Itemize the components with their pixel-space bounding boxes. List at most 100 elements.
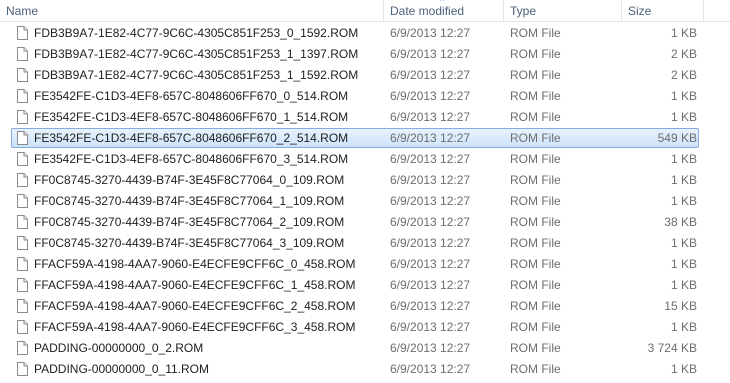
file-type: ROM File: [510, 299, 561, 313]
file-row[interactable]: FE3542FE-C1D3-4EF8-657C-8048606FF670_1_5…: [0, 107, 730, 128]
blank-file-icon: [17, 26, 28, 40]
file-size: 1 KB: [670, 89, 697, 103]
file-type: ROM File: [510, 47, 561, 61]
blank-file-icon: [17, 68, 28, 82]
file-row[interactable]: FFACF59A-4198-4AA7-9060-E4ECFE9CFF6C_1_4…: [0, 275, 730, 296]
blank-file-icon: [17, 362, 28, 376]
file-size: 1 KB: [670, 278, 697, 292]
blank-file-icon: [17, 173, 28, 187]
file-size: 1 KB: [670, 362, 697, 376]
file-row[interactable]: FF0C8745-3270-4439-B74F-3E45F8C77064_2_1…: [0, 212, 730, 233]
file-type: ROM File: [510, 26, 561, 40]
column-header-type-label: Type: [510, 4, 537, 18]
file-name: FFACF59A-4198-4AA7-9060-E4ECFE9CFF6C_0_4…: [34, 257, 356, 271]
file-list: FDB3B9A7-1E82-4C77-9C6C-4305C851F253_0_1…: [0, 23, 730, 380]
file-date-modified: 6/9/2013 12:27: [390, 110, 471, 124]
file-size: 1 KB: [670, 257, 697, 271]
file-date-modified: 6/9/2013 12:27: [390, 68, 471, 82]
file-size: 1 KB: [670, 110, 697, 124]
file-date-modified: 6/9/2013 12:27: [390, 320, 471, 334]
blank-file-icon: [17, 320, 28, 334]
blank-file-icon: [17, 194, 28, 208]
file-name: FE3542FE-C1D3-4EF8-657C-8048606FF670_1_5…: [34, 110, 349, 124]
file-row[interactable]: FDB3B9A7-1E82-4C77-9C6C-4305C851F253_1_1…: [0, 65, 730, 86]
file-name: FF0C8745-3270-4439-B74F-3E45F8C77064_0_1…: [34, 173, 345, 187]
file-size: 1 KB: [670, 194, 697, 208]
sort-ascending-icon: ^: [440, 0, 445, 6]
file-name: FFACF59A-4198-4AA7-9060-E4ECFE9CFF6C_2_4…: [34, 299, 356, 313]
column-header-name-label: Name: [6, 4, 39, 18]
column-header-size[interactable]: Size: [622, 0, 704, 22]
file-size: 1 KB: [670, 236, 697, 250]
file-type: ROM File: [510, 68, 561, 82]
file-size: 38 KB: [664, 215, 697, 229]
file-date-modified: 6/9/2013 12:27: [390, 47, 471, 61]
file-row[interactable]: FF0C8745-3270-4439-B74F-3E45F8C77064_3_1…: [0, 233, 730, 254]
file-row[interactable]: FFACF59A-4198-4AA7-9060-E4ECFE9CFF6C_2_4…: [0, 296, 730, 317]
file-type: ROM File: [510, 362, 561, 376]
file-list-window: Name Date modified Type Size ^ FDB3B9A7-…: [0, 0, 730, 383]
blank-file-icon: [17, 236, 28, 250]
file-type: ROM File: [510, 194, 561, 208]
file-row[interactable]: PADDING-00000000_0_11.ROM 6/9/2013 12:27 R…: [0, 359, 730, 380]
file-size: 15 KB: [664, 299, 697, 313]
file-date-modified: 6/9/2013 12:27: [390, 131, 471, 145]
column-header-name[interactable]: Name: [0, 0, 384, 22]
file-type: ROM File: [510, 89, 561, 103]
file-row[interactable]: FDB3B9A7-1E82-4C77-9C6C-4305C851F253_0_1…: [0, 23, 730, 44]
file-date-modified: 6/9/2013 12:27: [390, 89, 471, 103]
file-name: FF0C8745-3270-4439-B74F-3E45F8C77064_1_1…: [34, 194, 345, 208]
file-row[interactable]: FFACF59A-4198-4AA7-9060-E4ECFE9CFF6C_3_4…: [0, 317, 730, 338]
file-row[interactable]: PADDING-00000000_0_2.ROM 6/9/2013 12:27 RO…: [0, 338, 730, 359]
blank-file-icon: [17, 110, 28, 124]
file-date-modified: 6/9/2013 12:27: [390, 173, 471, 187]
file-name: FFACF59A-4198-4AA7-9060-E4ECFE9CFF6C_3_4…: [34, 320, 356, 334]
blank-file-icon: [17, 215, 28, 229]
column-header-type[interactable]: Type: [504, 0, 622, 22]
blank-file-icon: [17, 341, 28, 355]
file-type: ROM File: [510, 131, 561, 145]
file-name: FDB3B9A7-1E82-4C77-9C6C-4305C851F253_1_1…: [34, 68, 359, 82]
file-row-selected[interactable]: FE3542FE-C1D3-4EF8-657C-8048606FF670_2_5…: [0, 128, 730, 149]
file-date-modified: 6/9/2013 12:27: [390, 362, 471, 376]
file-date-modified: 6/9/2013 12:27: [390, 236, 471, 250]
file-date-modified: 6/9/2013 12:27: [390, 194, 471, 208]
file-type: ROM File: [510, 215, 561, 229]
blank-file-icon: [17, 47, 28, 61]
file-row[interactable]: FDB3B9A7-1E82-4C77-9C6C-4305C851F253_1_1…: [0, 44, 730, 65]
file-type: ROM File: [510, 236, 561, 250]
file-date-modified: 6/9/2013 12:27: [390, 26, 471, 40]
blank-file-icon: [17, 257, 28, 271]
file-size: 549 KB: [657, 131, 697, 145]
file-row[interactable]: FF0C8745-3270-4439-B74F-3E45F8C77064_0_1…: [0, 170, 730, 191]
file-row[interactable]: FF0C8745-3270-4439-B74F-3E45F8C77064_1_1…: [0, 191, 730, 212]
file-size: 1 KB: [670, 173, 697, 187]
file-date-modified: 6/9/2013 12:27: [390, 257, 471, 271]
file-size: 1 KB: [670, 152, 697, 166]
file-type: ROM File: [510, 278, 561, 292]
file-type: ROM File: [510, 341, 561, 355]
blank-file-icon: [17, 278, 28, 292]
file-date-modified: 6/9/2013 12:27: [390, 215, 471, 229]
file-type: ROM File: [510, 320, 561, 334]
column-header-size-label: Size: [628, 4, 652, 18]
file-size: 2 KB: [670, 68, 697, 82]
file-name: PADDING-00000000_0_2.ROM: [34, 341, 204, 355]
file-type: ROM File: [510, 257, 561, 271]
file-row[interactable]: FE3542FE-C1D3-4EF8-657C-8048606FF670_3_5…: [0, 149, 730, 170]
file-date-modified: 6/9/2013 12:27: [390, 278, 471, 292]
file-name: FDB3B9A7-1E82-4C77-9C6C-4305C851F253_1_1…: [34, 47, 359, 61]
file-date-modified: 6/9/2013 12:27: [390, 152, 471, 166]
file-name: FE3542FE-C1D3-4EF8-657C-8048606FF670_2_5…: [34, 131, 349, 145]
column-header-date-label: Date modified: [390, 4, 465, 18]
file-name: FF0C8745-3270-4439-B74F-3E45F8C77064_3_1…: [34, 236, 345, 250]
file-name: FE3542FE-C1D3-4EF8-657C-8048606FF670_3_5…: [34, 152, 349, 166]
file-name: PADDING-00000000_0_11.ROM: [34, 362, 209, 376]
file-row[interactable]: FE3542FE-C1D3-4EF8-657C-8048606FF670_0_5…: [0, 86, 730, 107]
file-name: FFACF59A-4198-4AA7-9060-E4ECFE9CFF6C_1_4…: [34, 278, 356, 292]
blank-file-icon: [17, 299, 28, 313]
file-date-modified: 6/9/2013 12:27: [390, 341, 471, 355]
file-type: ROM File: [510, 110, 561, 124]
file-name: FDB3B9A7-1E82-4C77-9C6C-4305C851F253_0_1…: [34, 26, 359, 40]
file-row[interactable]: FFACF59A-4198-4AA7-9060-E4ECFE9CFF6C_0_4…: [0, 254, 730, 275]
